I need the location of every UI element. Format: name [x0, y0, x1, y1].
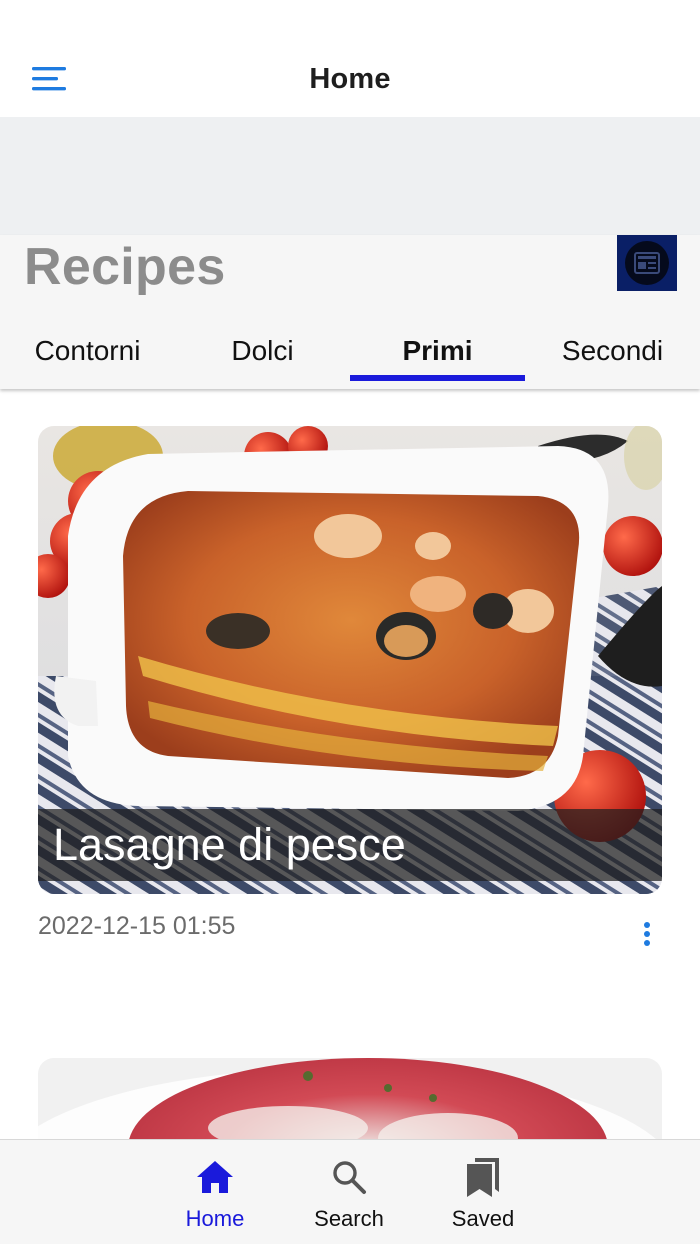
- nav-item-home[interactable]: Home: [155, 1154, 275, 1234]
- category-header: Recipes Contorni Dolci Primi Secondi: [0, 235, 700, 389]
- search-icon: [333, 1161, 366, 1194]
- tab-dolci[interactable]: Dolci: [175, 323, 350, 383]
- news-button[interactable]: [617, 235, 677, 291]
- tab-label: Contorni: [34, 335, 141, 366]
- recipe-title: Lasagne di pesce: [38, 809, 662, 881]
- nav-item-search[interactable]: Search: [289, 1154, 409, 1234]
- tab-label: Primi: [402, 335, 473, 366]
- bookmark-icon: [467, 1158, 499, 1197]
- page-title: Home: [309, 63, 391, 95]
- category-tabs: Contorni Dolci Primi Secondi: [0, 323, 700, 383]
- active-tab-indicator: [350, 375, 525, 381]
- nav-label: Home: [185, 1206, 245, 1231]
- more-options-button[interactable]: [632, 918, 662, 950]
- more-vertical-icon: [644, 922, 650, 946]
- top-app-bar: Home: [0, 0, 700, 117]
- tab-label: Secondi: [561, 335, 664, 366]
- tab-primi[interactable]: Primi: [350, 323, 525, 383]
- newspaper-icon: [625, 241, 669, 285]
- tab-label: Dolci: [231, 335, 294, 366]
- banner-placeholder: [0, 117, 700, 235]
- bottom-navigation: Home Search Saved: [0, 1139, 700, 1244]
- recipe-date: 2022-12-15 01:55: [38, 912, 236, 940]
- nav-item-saved[interactable]: Saved: [423, 1154, 543, 1234]
- nav-label: Saved: [451, 1206, 515, 1231]
- section-title: Recipes: [24, 238, 226, 296]
- recipe-card[interactable]: Lasagne di pesce: [38, 426, 662, 894]
- tab-contorni[interactable]: Contorni: [0, 323, 175, 383]
- tab-secondi[interactable]: Secondi: [525, 323, 700, 383]
- home-icon: [197, 1161, 233, 1193]
- nav-label: Search: [314, 1206, 384, 1231]
